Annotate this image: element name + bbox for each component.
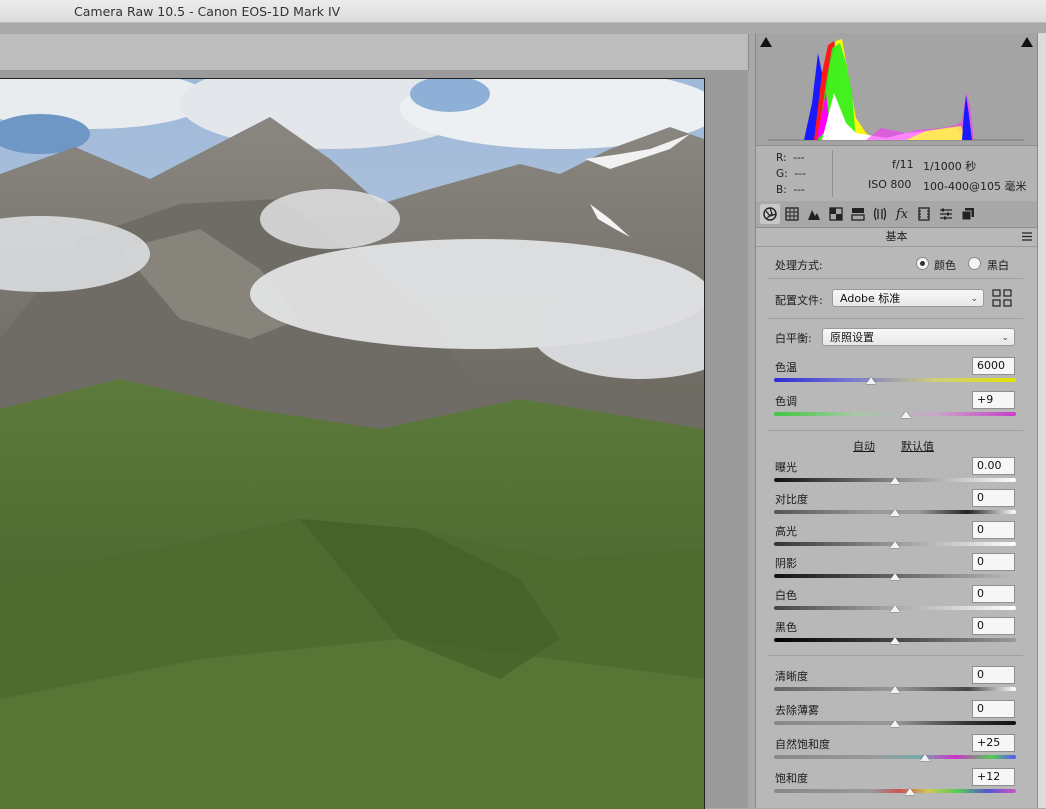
adjustment-panel: R: --- G: --- B: --- f/11 1/1000 秒 ISO 8… xyxy=(755,33,1038,808)
highlights-label: 高光 xyxy=(775,525,797,538)
canvas-toolbar xyxy=(0,34,749,92)
detail-tab-icon[interactable] xyxy=(804,204,824,224)
split-toning-tab-icon[interactable] xyxy=(848,204,868,224)
exposure-slider-thumb[interactable] xyxy=(890,477,900,484)
divider xyxy=(768,430,1023,431)
blacks-value-field[interactable]: 0 xyxy=(972,617,1015,635)
window-titlebar: Camera Raw 10.5 - Canon EOS-1D Mark IV xyxy=(0,0,1046,23)
process-label: 处理方式: xyxy=(775,259,823,272)
highlights-slider-thumb[interactable] xyxy=(890,541,900,548)
image-info: R: --- G: --- B: --- f/11 1/1000 秒 ISO 8… xyxy=(756,146,1037,202)
lens-corrections-tab-icon[interactable] xyxy=(870,204,890,224)
saturation-slider-track[interactable] xyxy=(774,789,1016,793)
vibrance-label: 自然饱和度 xyxy=(775,738,830,751)
chevron-down-icon: ⌄ xyxy=(1001,333,1009,343)
whites-value-field[interactable]: 0 xyxy=(972,585,1015,603)
profile-browser-grid-icon[interactable] xyxy=(992,289,1012,307)
temp-slider-track[interactable] xyxy=(774,378,1016,382)
highlights-value-field[interactable]: 0 xyxy=(972,521,1015,539)
aperture-value: f/11 xyxy=(892,158,914,171)
contrast-slider-thumb[interactable] xyxy=(890,509,900,516)
whites-label: 白色 xyxy=(775,589,797,602)
blacks-slider-thumb[interactable] xyxy=(890,637,900,644)
vibrance-slider-track[interactable] xyxy=(774,755,1016,759)
temp-label: 色温 xyxy=(775,361,797,374)
panel-scrollbar[interactable] xyxy=(1038,33,1046,808)
vibrance-slider-thumb[interactable] xyxy=(920,754,931,761)
shadows-label: 阴影 xyxy=(775,557,797,570)
hsl-tab-icon[interactable] xyxy=(826,204,846,224)
saturation-label: 饱和度 xyxy=(775,772,808,785)
window-title: Camera Raw 10.5 - Canon EOS-1D Mark IV xyxy=(74,4,341,19)
panel-tabs: fx xyxy=(756,201,1037,228)
tint-label: 色调 xyxy=(775,395,797,408)
tint-slider-track[interactable] xyxy=(774,412,1016,416)
panel-section-header: 基本 xyxy=(756,228,1037,247)
contrast-label: 对比度 xyxy=(775,493,808,506)
process-bw-radio[interactable] xyxy=(968,257,981,270)
vibrance-value-field[interactable]: +25 xyxy=(972,734,1015,752)
contrast-value-field[interactable]: 0 xyxy=(972,489,1015,507)
saturation-value-field[interactable]: +12 xyxy=(972,768,1015,786)
panel-menu-icon[interactable] xyxy=(1022,232,1032,241)
b-readout: B: --- xyxy=(776,184,805,196)
process-bw-label[interactable]: 黑白 xyxy=(987,257,1009,273)
exposure-value-field[interactable]: 0.00 xyxy=(972,457,1015,475)
tint-value-field[interactable]: +9 xyxy=(972,391,1015,409)
saturation-slider-thumb[interactable] xyxy=(904,788,915,795)
clarity-label: 清晰度 xyxy=(775,670,808,683)
photo-preview xyxy=(0,78,705,809)
profile-dropdown[interactable]: Adobe 标准 ⌄ xyxy=(832,289,984,307)
exposure-label: 曝光 xyxy=(775,461,797,474)
whites-slider-thumb[interactable] xyxy=(890,605,900,612)
temp-slider-thumb[interactable] xyxy=(865,377,876,384)
shadows-value-field[interactable]: 0 xyxy=(972,553,1015,571)
profile-label: 配置文件: xyxy=(775,294,823,307)
effects-tab-icon[interactable]: fx xyxy=(892,204,912,224)
clarity-slider-thumb[interactable] xyxy=(890,686,900,693)
snapshots-tab-icon[interactable] xyxy=(958,204,978,224)
iso-value: ISO 800 xyxy=(868,178,912,191)
mountain-photo xyxy=(0,79,704,809)
temp-value-field[interactable]: 6000 xyxy=(972,357,1015,375)
g-readout: G: --- xyxy=(776,168,806,180)
basic-tab-icon[interactable] xyxy=(760,204,780,224)
white-balance-label: 白平衡: xyxy=(775,332,812,345)
histogram-graph xyxy=(768,39,1024,141)
divider xyxy=(768,318,1023,319)
clarity-value-field[interactable]: 0 xyxy=(972,666,1015,684)
divider xyxy=(768,278,1023,279)
divider xyxy=(768,655,1023,656)
profile-value: Adobe 标准 xyxy=(840,292,901,305)
default-button[interactable]: 默认值 xyxy=(901,438,934,454)
dehaze-label: 去除薄雾 xyxy=(775,704,819,717)
chevron-down-icon: ⌄ xyxy=(970,294,978,304)
tint-slider-thumb[interactable] xyxy=(901,411,912,418)
auto-button[interactable]: 自动 xyxy=(853,438,875,454)
blacks-label: 黑色 xyxy=(775,621,797,634)
dehaze-slider-thumb[interactable] xyxy=(890,720,900,727)
info-divider xyxy=(832,150,833,197)
r-readout: R: --- xyxy=(776,152,805,164)
tone-curve-tab-icon[interactable] xyxy=(782,204,802,224)
section-title: 基本 xyxy=(885,230,908,243)
presets-tab-icon[interactable] xyxy=(936,204,956,224)
shadows-slider-thumb[interactable] xyxy=(890,573,900,580)
process-color-label[interactable]: 颜色 xyxy=(934,257,956,273)
dehaze-value-field[interactable]: 0 xyxy=(972,700,1015,718)
lens-value: 100-400@105 毫米 xyxy=(923,180,1027,193)
camera-calibration-tab-icon[interactable] xyxy=(914,204,934,224)
shutter-value: 1/1000 秒 xyxy=(923,160,977,173)
white-balance-dropdown[interactable]: 原照设置 ⌄ xyxy=(822,328,1015,346)
white-balance-value: 原照设置 xyxy=(830,331,874,344)
process-color-radio[interactable] xyxy=(916,257,929,270)
histogram xyxy=(756,33,1037,146)
